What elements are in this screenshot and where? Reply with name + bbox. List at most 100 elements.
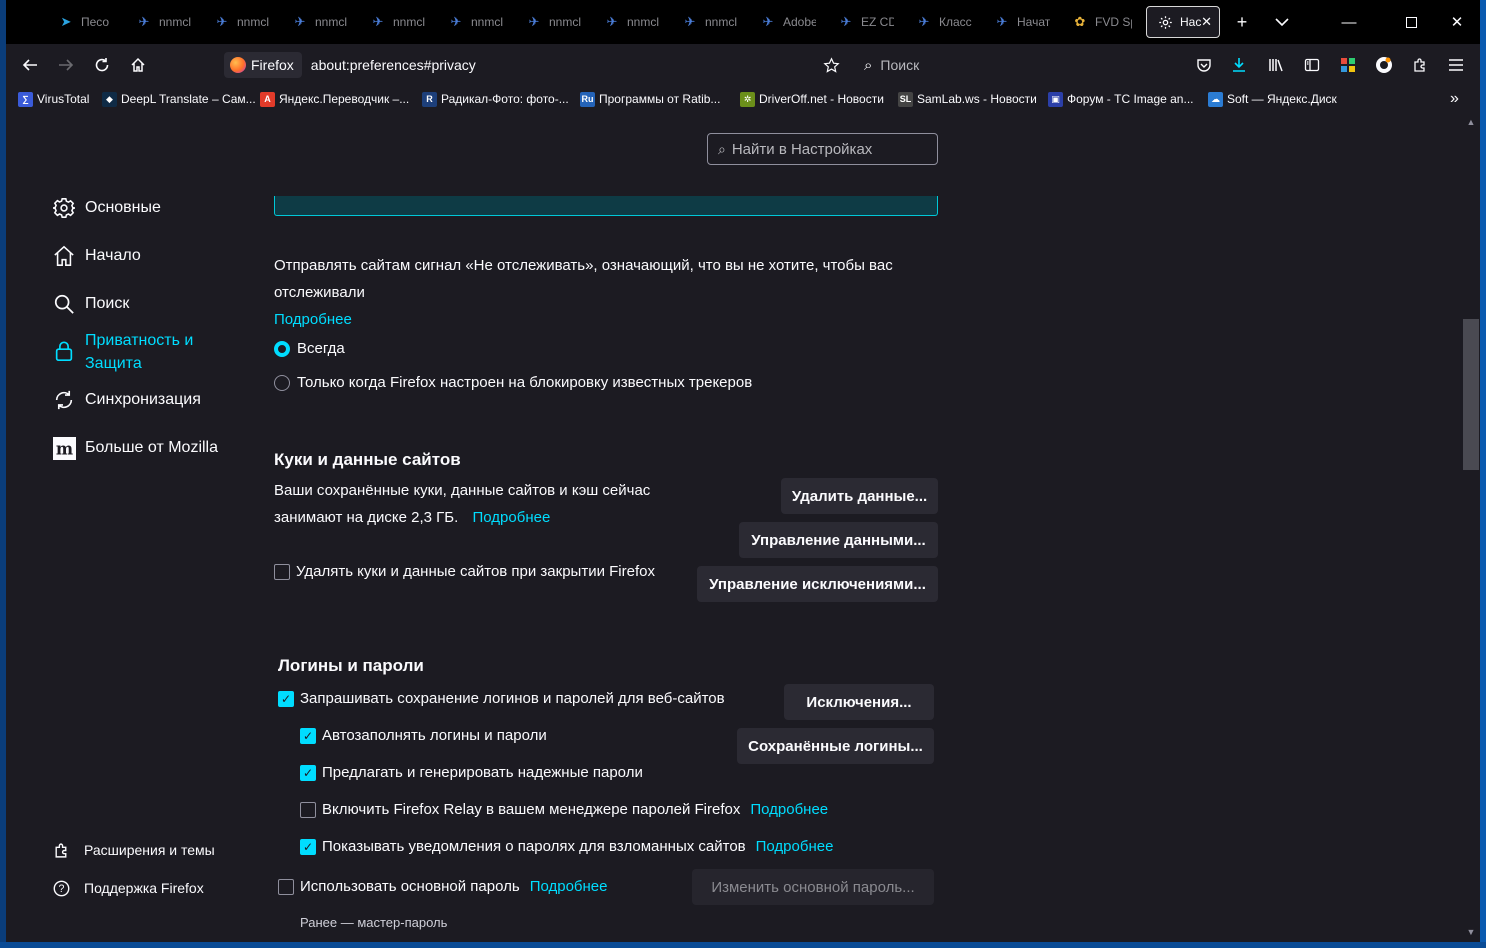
change-primary-password-button[interactable]: Изменить основной пароль... [692,869,934,905]
bookmark-label: Яндекс.Переводчик –... [279,92,410,106]
tab[interactable]: ✈ nnmcl [672,6,738,38]
manage-exceptions-button[interactable]: Управление исключениями... [697,566,938,602]
category-home[interactable]: Начало [52,244,141,268]
menu-icon[interactable] [1442,52,1470,78]
gear-icon [1157,14,1173,30]
ask-save-logins-checkbox[interactable]: ✓ Запрашивать сохранение логинов и парол… [278,690,725,707]
bookmarks-overflow-icon[interactable]: » [1450,90,1459,108]
home-button[interactable] [124,52,152,78]
checkbox-label: Включить Firefox Relay в вашем менеджере… [322,801,741,818]
suggest-passwords-checkbox[interactable]: ✓ Предлагать и генерировать надежные пар… [300,764,643,781]
sync-icon [52,388,76,412]
scrollbar-thumb[interactable] [1463,319,1479,470]
bookmark-star-icon[interactable] [817,52,845,78]
bookmark-item[interactable]: ☁ Soft — Яндекс.Диск [1208,90,1337,108]
firefox-relay-checkbox[interactable]: Включить Firefox Relay в вашем менеджере… [300,801,828,818]
autofill-logins-checkbox[interactable]: ✓ Автозаполнять логины и пароли [300,727,547,744]
nnmclub-icon: ✈ [372,14,384,29]
account-icon[interactable] [1370,52,1398,78]
clear-data-button[interactable]: Удалить данные... [781,478,938,514]
downloads-icon[interactable] [1225,52,1253,78]
primary-password-learn-more-link[interactable]: Подробнее [530,878,608,895]
category-more-from-mozilla[interactable]: m Больше от Mozilla [52,436,218,460]
scroll-up-arrow-icon[interactable]: ▲ [1462,114,1480,130]
category-search[interactable]: Поиск [52,292,129,316]
tab[interactable]: ✈ nnmcl [204,6,270,38]
tab-label: nnmcl [705,15,738,29]
list-all-tabs-button[interactable] [1270,10,1294,34]
new-tab-button[interactable]: + [1230,10,1254,34]
relay-learn-more-link[interactable]: Подробнее [750,801,828,818]
vertical-scrollbar[interactable]: ▲ ▼ [1462,112,1480,942]
extensions-and-themes-link[interactable]: Расширения и темы [52,841,215,859]
bookmark-item[interactable]: ◆ DeepL Translate – Сам... [102,90,256,108]
pocket-icon[interactable] [1190,52,1218,78]
bookmark-item[interactable]: Ru Программы от Ratib... [580,90,720,108]
tab-settings[interactable]: Нас ✕ [1146,6,1220,38]
url-text[interactable]: about:preferences#privacy [311,57,476,73]
tab[interactable]: ✈ nnmcl [360,6,426,38]
firefox-support-link[interactable]: ? Поддержка Firefox [52,879,204,897]
extension-colorful-icon[interactable] [1334,52,1362,78]
extensions-icon[interactable] [1406,52,1434,78]
extensions-label: Расширения и темы [84,842,215,858]
mozilla-icon: m [52,436,76,460]
category-privacy[interactable]: Приватность и Защита [52,329,193,375]
dnt-learn-more-link[interactable]: Подробнее [274,311,352,328]
primary-password-checkbox[interactable]: Использовать основной пароль Подробнее [278,878,608,895]
tab[interactable]: ➤ Песо [48,6,114,38]
saved-logins-button[interactable]: Сохранённые логины... [737,728,934,764]
category-label: Приватность и Защита [85,329,193,375]
bookmark-item[interactable]: SL SamLab.ws - Новости [898,90,1037,108]
scroll-down-arrow-icon[interactable]: ▼ [1462,924,1480,940]
category-sync[interactable]: Синхронизация [52,388,201,412]
close-window-button[interactable]: ✕ [1442,8,1472,36]
tab[interactable]: ✈ nnmcl [282,6,348,38]
tab[interactable]: ✈ nnmcl [594,6,660,38]
tab[interactable]: ✈ EZ CD [828,6,894,38]
fvd-icon: ✿ [1074,14,1086,29]
tab[interactable]: ✈ Класс [906,6,972,38]
dnt-only-when-blocking-radio[interactable]: Только когда Firefox настроен на блокиро… [274,374,752,391]
radio-unselected-icon [274,374,290,391]
maximize-button[interactable] [1396,8,1426,36]
manage-data-button[interactable]: Управление данными... [739,522,938,558]
tab[interactable]: ✈ nnmcl [126,6,192,38]
firefox-window: ➤ Песо ✈ nnmcl ✈ nnmcl ✈ nnmcl ✈ nnmcl ✈… [6,0,1480,942]
minimize-button[interactable]: — [1334,8,1364,36]
identity-box[interactable]: Firefox [224,52,302,78]
tab[interactable]: ✈ nnmcl [516,6,582,38]
logins-exceptions-button[interactable]: Исключения... [784,684,934,720]
delete-on-close-checkbox[interactable]: Удалять куки и данные сайтов при закрыти… [274,563,655,580]
sidebar-icon[interactable] [1298,52,1326,78]
tab[interactable]: ✈ Начат [984,6,1050,38]
reload-button[interactable] [88,52,116,78]
bookmark-item[interactable]: A Яндекс.Переводчик –... [260,90,409,108]
url-bar[interactable]: Firefox about:preferences#privacy [224,50,854,80]
category-general[interactable]: Основные [52,196,161,220]
tab[interactable]: ✈ nnmcl [438,6,504,38]
bookmark-item[interactable]: ∑ VirusTotal [18,90,89,108]
library-icon[interactable] [1262,52,1290,78]
checkbox-label: Автозаполнять логины и пароли [322,727,547,744]
checkbox-checked-icon: ✓ [300,764,316,781]
virustotal-icon: ∑ [18,91,33,107]
close-tab-icon[interactable]: ✕ [1201,14,1212,30]
yandex-translate-icon: A [260,91,275,107]
cookies-learn-more-link[interactable]: Подробнее [473,509,551,526]
checkbox-checked-icon: ✓ [300,727,316,744]
tab[interactable]: ✿ FVD Sp [1062,6,1132,38]
forward-button[interactable] [52,52,80,78]
search-bar[interactable]: ⌕ Поиск [864,54,1164,76]
find-in-settings-input[interactable]: ⌕ Найти в Настройках [707,133,938,165]
category-label-line2: Защита [85,355,142,372]
tab[interactable]: ✈ Adobe [750,6,816,38]
breach-alerts-checkbox[interactable]: ✓ Показывать уведомления о паролях для в… [300,838,833,855]
bookmark-item[interactable]: ▣ Форум - TC Image an... [1048,90,1193,108]
tab-label: EZ CD [861,15,894,29]
breach-learn-more-link[interactable]: Подробнее [756,838,834,855]
dnt-always-radio[interactable]: Всегда [274,340,345,357]
back-button[interactable] [16,52,44,78]
bookmark-item[interactable]: ✲ DriverOff.net - Новости [740,90,884,108]
bookmark-item[interactable]: R Радикал-Фото: фото-... [422,90,569,108]
